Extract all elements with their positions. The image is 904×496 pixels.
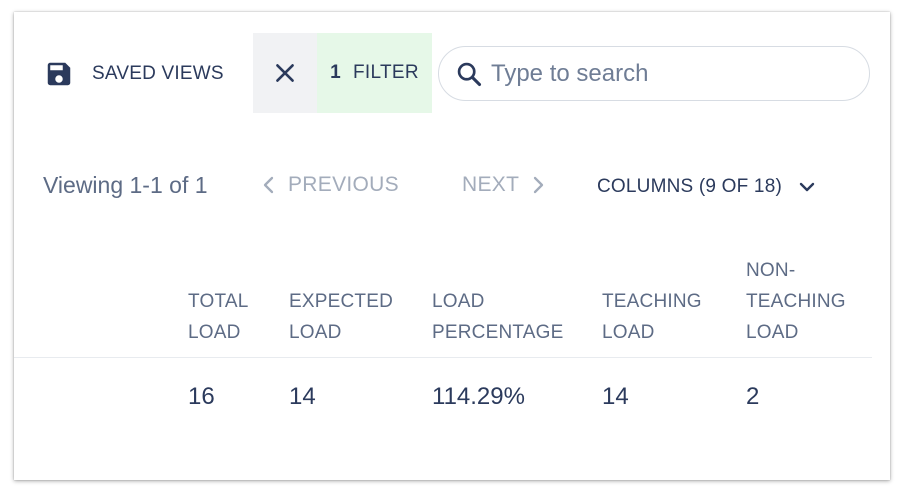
table-cell-teaching-load: 14 [602, 383, 629, 410]
column-header-line: TOTAL [188, 291, 249, 312]
column-header-load-percentage[interactable]: LOAD PERCENTAGE [432, 286, 564, 348]
column-header-line: LOAD [602, 322, 655, 343]
search-input[interactable] [491, 59, 861, 88]
table-card: SAVED VIEWS 1 FILTER Viewing 1-1 of 1 [14, 12, 890, 480]
table-cell-load-percentage: 114.29% [432, 383, 525, 410]
columns-label: COLUMNS (9 OF 18) [597, 176, 782, 197]
table-cell-non-teaching-load: 2 [746, 383, 760, 410]
chevron-down-icon [798, 180, 816, 194]
column-header-total-load[interactable]: TOTAL LOAD [188, 286, 248, 348]
column-header-line: LOAD [432, 291, 485, 312]
filter-button[interactable]: 1 FILTER [317, 33, 432, 113]
table-cell-total-load: 16 [188, 383, 215, 410]
previous-page-button[interactable]: PREVIOUS [262, 173, 399, 197]
columns-dropdown[interactable]: COLUMNS (9 OF 18) [597, 176, 816, 198]
column-header-non-teaching-load[interactable]: NON- TEACHING LOAD [746, 255, 846, 348]
saved-views-label: SAVED VIEWS [92, 63, 224, 84]
chevron-left-icon [262, 175, 276, 195]
filter-label: FILTER [353, 62, 419, 83]
clear-filter-button[interactable] [253, 33, 317, 113]
filter-count: 1 [330, 62, 342, 83]
search-icon [455, 60, 483, 88]
previous-page-label: PREVIOUS [288, 173, 399, 196]
table-cell-expected-load: 14 [289, 383, 316, 410]
header-divider [14, 357, 872, 358]
column-header-line: LOAD [289, 322, 342, 343]
column-header-line: NON- [746, 260, 796, 281]
column-header-expected-load[interactable]: EXPECTED LOAD [289, 286, 393, 348]
close-icon [272, 60, 298, 86]
saved-views-button[interactable]: SAVED VIEWS [44, 56, 224, 92]
column-header-teaching-load[interactable]: TEACHING LOAD [602, 286, 702, 348]
next-page-label: NEXT [462, 173, 520, 196]
floppy-disk-icon [44, 59, 74, 89]
column-header-line: TEACHING [602, 291, 702, 312]
column-header-line: TEACHING [746, 291, 846, 312]
viewing-range-text: Viewing 1-1 of 1 [43, 172, 208, 198]
chevron-right-icon [531, 175, 545, 195]
column-header-line: LOAD [188, 322, 241, 343]
column-header-line: LOAD [746, 322, 799, 343]
next-page-button[interactable]: NEXT [462, 173, 545, 197]
column-header-line: PERCENTAGE [432, 322, 564, 343]
search-box[interactable] [438, 46, 870, 101]
column-header-line: EXPECTED [289, 291, 394, 312]
